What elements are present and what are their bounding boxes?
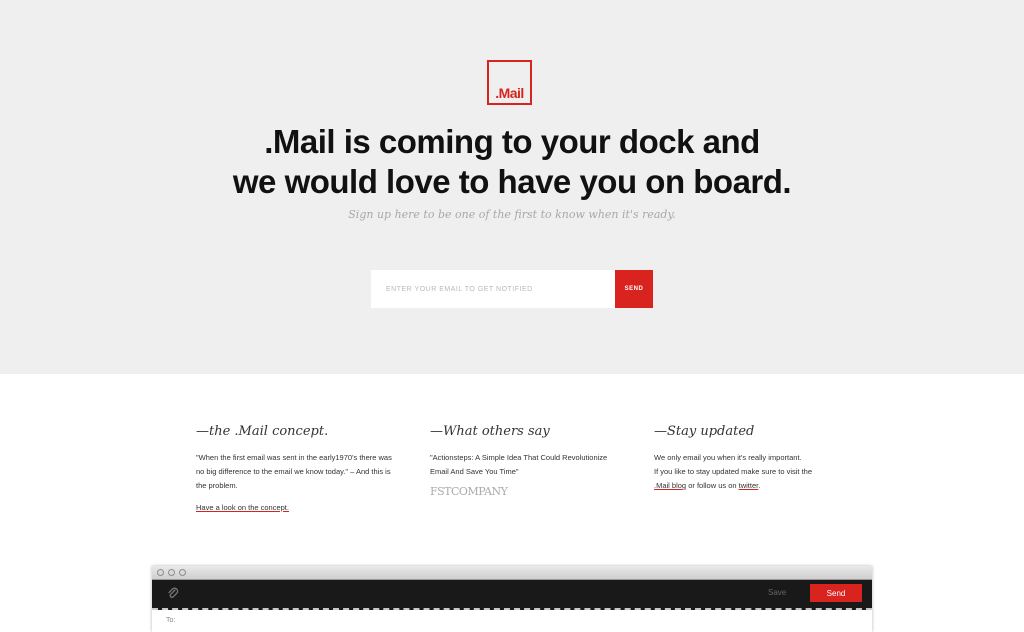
concept-link[interactable]: Have a look on the concept. [196,503,289,512]
concept-title: —the .Mail concept. [196,424,329,439]
twitter-link[interactable]: twitter [739,481,759,490]
hero-section: .Mail .Mail is coming to your dock and w… [0,0,1024,374]
page-subline: Sign up here to be one of the first to k… [348,208,676,221]
page-headline: .Mail is coming to your dock and we woul… [0,122,1024,202]
concept-column: —the .Mail concept. "When the first emai… [196,424,396,515]
concept-text: "When the first email was sent in the ea… [196,453,392,490]
compose-toolbar: Save Send [152,580,872,610]
others-column: —What others say "Actionsteps: A Simple … [430,424,626,498]
others-quote: "Actionsteps: A Simple Idea That Could R… [430,453,608,476]
app-window-preview: Save Send To: [152,566,872,632]
window-close-button[interactable] [157,569,164,576]
updated-line-1: We only email you when it's really impor… [654,453,802,462]
updated-period: . [758,481,761,490]
mail-logo: .Mail [487,60,532,105]
updated-or-text: or follow us on [686,481,739,490]
blog-link[interactable]: .Mail blog [654,481,686,490]
window-titlebar [152,566,872,580]
others-title: —What others say [430,424,550,439]
mail-logo-text: .Mail [495,85,524,101]
window-minimize-button[interactable] [168,569,175,576]
send-button[interactable]: SEND [615,270,653,308]
email-input[interactable] [371,270,615,308]
signup-form: SEND [371,270,653,308]
updated-title: —Stay updated [654,424,755,439]
save-button[interactable]: Save [768,588,786,597]
headline-line-2: we would love to have you on board. [232,163,792,200]
compose-area: To: [152,610,872,632]
window-send-button[interactable]: Send [810,584,862,602]
paperclip-icon[interactable] [166,587,180,601]
to-field-label: To: [166,617,176,624]
fast-company-logo: FSTCOMPANY [430,485,508,498]
updated-text: We only email you when it's really impor… [654,451,860,493]
headline-line-1: .Mail is coming to your dock and [264,123,760,160]
window-zoom-button[interactable] [179,569,186,576]
updated-line-2: If you like to stay updated make sure to… [654,467,812,476]
updated-column: —Stay updated We only email you when it'… [654,424,860,493]
